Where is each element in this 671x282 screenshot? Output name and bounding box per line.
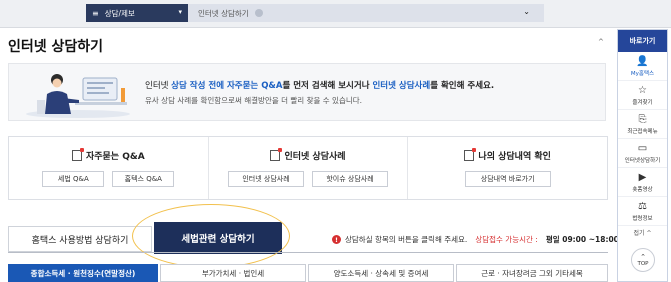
- sidebar-item-label: 숏폼영상: [632, 187, 653, 193]
- my-history-section: 나의 상담내역 확인 상담내역 바로가기: [408, 137, 607, 199]
- cases-heading: 인터넷 상담사례: [209, 148, 408, 162]
- banner-subtext: 유사 상담 사례를 확인함으로써 해결방안을 더 빨리 찾을 수 있습니다.: [145, 96, 363, 105]
- scroll-top-button[interactable]: ⌃ TOP: [631, 248, 655, 272]
- submenu-dropdown-label: 인터넷 상담하기: [198, 8, 249, 18]
- sidebar-item-law-info[interactable]: ⚖ 법령정보: [618, 197, 667, 226]
- hours-value: 평일 09:00 ~18:00: [545, 235, 619, 244]
- category-other-taxes[interactable]: 근로 · 자녀장려금 그외 기타세목: [456, 264, 608, 282]
- notice-text: 상담하실 항목의 버튼을 클릭해 주세요.: [345, 235, 468, 244]
- notice-message: ! 상담하실 항목의 버튼을 클릭해 주세요. 상담접수 가능시간 : 평일 0…: [332, 234, 619, 245]
- banner-cases-highlight: 인터넷 상담사례: [372, 81, 431, 91]
- category-transfer-inheritance[interactable]: 양도소득세 · 상속세 및 증여세: [308, 264, 454, 282]
- history-icon: ⎘: [638, 114, 647, 125]
- my-history-document-icon: [464, 148, 477, 161]
- quick-menu-sidebar: 바로가기 👤 My홈택스 ☆ 즐겨찾기 ⎘ 최근접속메뉴 ▭ 인터넷상담하기 ▶…: [617, 29, 668, 282]
- cases-section: 인터넷 상담사례 인터넷 상담사례 핫이슈 상담사례: [209, 137, 409, 199]
- hot-issue-cases-button[interactable]: 핫이슈 상담사례: [312, 171, 388, 187]
- submenu-dropdown[interactable]: 인터넷 상담하기 ⌄: [188, 4, 544, 22]
- banner-text: 를 먼저 검색해 보시거나: [282, 81, 373, 91]
- chevron-down-icon: ⌄: [523, 7, 530, 16]
- tab-divider: [8, 252, 608, 253]
- consultant-illustration-icon: [26, 74, 130, 118]
- hamburger-icon: ≡: [92, 8, 99, 18]
- play-icon: ▶: [638, 172, 647, 183]
- banner-text: 를 확인해 주세요.: [430, 81, 495, 91]
- sidebar-fold-button[interactable]: 접기 ^: [618, 228, 667, 237]
- monitor-icon: ▭: [637, 143, 648, 154]
- sidebar-item-my-hometax[interactable]: 👤 My홈택스: [618, 52, 667, 81]
- my-history-button[interactable]: 상담내역 바로가기: [464, 171, 551, 187]
- my-history-heading: 나의 상담내역 확인: [408, 148, 607, 162]
- banner-text: 인터넷: [145, 81, 172, 91]
- circle-icon: [254, 9, 263, 17]
- hours-label: 상담접수 가능시간 :: [475, 235, 538, 244]
- sidebar-item-internet-consult[interactable]: ▭ 인터넷상담하기: [618, 139, 667, 168]
- arrow-up-icon: ⌃: [640, 252, 646, 261]
- page-title: 인터넷 상담하기: [8, 39, 104, 55]
- category-income-tax[interactable]: 종합소득세 · 원천징수(연말정산): [8, 264, 158, 282]
- cases-document-icon: [270, 148, 283, 161]
- sidebar-item-short-video[interactable]: ▶ 숏폼영상: [618, 168, 667, 197]
- tab-hometax-usage[interactable]: 홈택스 사용방법 상담하기: [8, 226, 152, 252]
- faq-document-icon: [71, 148, 84, 161]
- sidebar-item-label: 즐겨찾기: [632, 100, 653, 106]
- sidebar-item-favorites[interactable]: ☆ 즐겨찾기: [618, 81, 667, 110]
- info-banner: 인터넷 상담 작성 전에 자주묻는 Q&A를 먼저 검색해 보시거나 인터넷 상…: [8, 63, 606, 121]
- scroll-top-label: TOP: [637, 260, 649, 267]
- star-icon: ☆: [638, 85, 647, 96]
- menu-dropdown-label: 상담/제보: [104, 8, 135, 18]
- caret-down-icon: ▾: [178, 8, 182, 16]
- category-vat-corporate[interactable]: 부가가치세 · 법인세: [160, 264, 306, 282]
- faq-title: 자주묻는 Q&A: [85, 152, 145, 162]
- tax-law-qa-button[interactable]: 세법 Q&A: [42, 171, 105, 187]
- sidebar-item-label: 인터넷상담하기: [624, 158, 661, 164]
- highlight-ellipse: [132, 204, 290, 268]
- banner-faq-highlight: 상담 작성 전에 자주묻는 Q&A: [171, 81, 283, 91]
- internet-cases-button[interactable]: 인터넷 상담사례: [228, 171, 304, 187]
- warning-icon: !: [332, 235, 341, 244]
- sidebar-item-label: 최근접속메뉴: [627, 129, 658, 135]
- quick-links-panel: 자주묻는 Q&A 세법 Q&A 홈텍스 Q&A 인터넷 상담사례 인터넷 상담사…: [8, 136, 608, 200]
- my-history-title: 나의 상담내역 확인: [478, 152, 551, 162]
- cases-title: 인터넷 상담사례: [284, 152, 346, 162]
- sidebar-item-label: 법령정보: [632, 216, 653, 222]
- collapse-icon[interactable]: ^: [598, 38, 604, 46]
- faq-section: 자주묻는 Q&A 세법 Q&A 홈텍스 Q&A: [9, 137, 209, 199]
- law-icon: ⚖: [638, 201, 647, 212]
- menu-dropdown[interactable]: ≡ 상담/제보 ▾: [86, 4, 188, 22]
- sidebar-header: 바로가기: [618, 30, 667, 52]
- hometax-qa-button[interactable]: 홈텍스 Q&A: [112, 171, 175, 187]
- banner-message: 인터넷 상담 작성 전에 자주묻는 Q&A를 먼저 검색해 보시거나 인터넷 상…: [145, 79, 494, 91]
- faq-heading: 자주묻는 Q&A: [9, 148, 208, 162]
- sidebar-item-label: My홈택스: [630, 71, 655, 77]
- person-icon: 👤: [636, 56, 649, 67]
- top-navigation-bar: ≡ 상담/제보 ▾ 인터넷 상담하기 ⌄: [0, 0, 671, 28]
- sidebar-item-recent-menu[interactable]: ⎘ 최근접속메뉴: [618, 110, 667, 139]
